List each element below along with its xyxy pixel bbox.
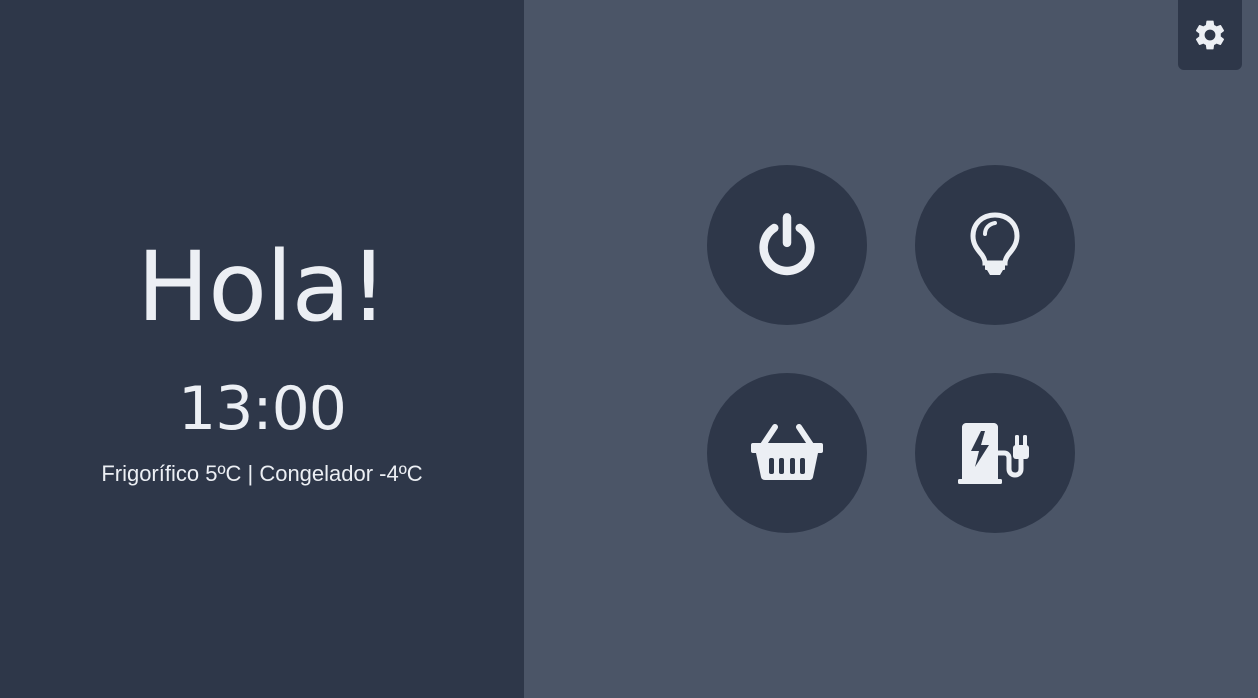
controls-panel (524, 0, 1258, 698)
ev-charger-icon (956, 419, 1034, 487)
ev-charger-button[interactable] (915, 373, 1075, 533)
power-button[interactable] (707, 165, 867, 325)
app-root: Hola! 13:00 Frigorífico 5ºC | Congelador… (0, 0, 1258, 698)
basket-icon (749, 423, 825, 483)
greeting-text: Hola! (137, 231, 388, 343)
info-panel: Hola! 13:00 Frigorífico 5ºC | Congelador… (0, 0, 524, 698)
settings-button[interactable] (1178, 0, 1242, 70)
lightbulb-icon (967, 211, 1023, 279)
power-icon (753, 211, 821, 279)
clock-time: 13:00 (178, 374, 347, 444)
shopping-button[interactable] (707, 373, 867, 533)
gear-icon (1192, 17, 1228, 53)
fridge-status-text: Frigorífico 5ºC | Congelador -4ºC (101, 461, 423, 486)
light-button[interactable] (915, 165, 1075, 325)
